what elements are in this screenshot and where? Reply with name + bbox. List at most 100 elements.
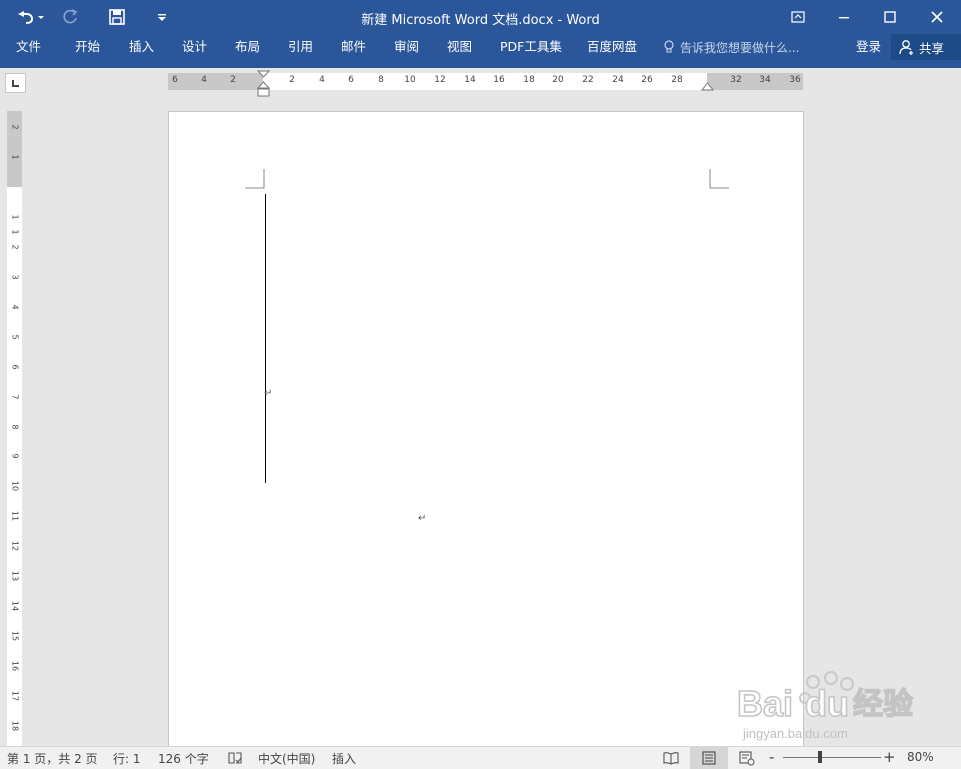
ruler-label: 11 [10, 510, 20, 522]
tab-pdf-tools[interactable]: PDF工具集 [500, 34, 562, 60]
tab-file[interactable]: 文件 [16, 34, 41, 60]
tell-me-search[interactable]: 告诉我您想要做什么... [663, 34, 799, 60]
tab-view[interactable]: 视图 [447, 34, 472, 60]
ruler-label: 8 [10, 424, 20, 430]
svg-text:Bai: Bai [737, 683, 793, 724]
zoom-in-button[interactable]: + [883, 748, 896, 766]
ruler-label: 6 [172, 75, 178, 85]
save-icon [109, 9, 125, 25]
close-button[interactable] [914, 0, 960, 34]
minimize-button[interactable] [821, 0, 867, 34]
ruler-label: 6 [10, 364, 20, 370]
ruler-label: 36 [789, 75, 801, 85]
ruler-label: 2 [10, 244, 20, 250]
undo-button[interactable] [12, 5, 46, 29]
ribbon-tabs: 文件 开始 插入 设计 布局 引用 邮件 审阅 视图 PDF工具集 百度网盘 告… [0, 34, 961, 68]
svg-text:经验: 经验 [853, 687, 913, 722]
ruler-label: 1 [10, 154, 20, 160]
status-bar: 第 1 页，共 2 页 行: 1 126 个字 中文(中国) 插入 - + 80… [0, 746, 961, 769]
ruler-label: 28 [671, 75, 683, 85]
read-mode-icon[interactable] [662, 750, 680, 766]
ruler-label: 3 [10, 274, 20, 280]
word-count[interactable]: 126 个字 [158, 750, 209, 767]
paragraph-mark: ↵ [264, 388, 273, 399]
share-button[interactable]: 共享 [891, 34, 961, 60]
ruler-label: 4 [319, 75, 325, 85]
undo-icon [18, 11, 44, 24]
ruler-label: 15 [10, 630, 20, 642]
tab-review[interactable]: 审阅 [394, 34, 419, 60]
zoom-out-button[interactable]: - [769, 748, 774, 766]
web-layout-icon[interactable] [738, 750, 756, 766]
ruler-label: 2 [10, 124, 20, 130]
minimize-icon [839, 17, 849, 19]
save-button[interactable] [106, 5, 128, 29]
svg-text:du: du [805, 683, 849, 724]
print-layout-icon[interactable] [700, 750, 718, 766]
ruler-label: 18 [10, 720, 20, 732]
vertical-ruler[interactable]: 2 1 1 1 2 3 4 5 6 7 8 9 10 11 12 13 14 1… [7, 111, 22, 746]
proofing-icon[interactable] [227, 750, 243, 766]
tab-design[interactable]: 设计 [182, 34, 207, 60]
ruler-label: 17 [10, 690, 20, 702]
ruler-label: 16 [493, 75, 505, 85]
ruler-label: 5 [10, 334, 20, 340]
line-number[interactable]: 行: 1 [113, 750, 141, 767]
baidu-jingyan-watermark: Bai du 经验 jingyan.baidu.com [736, 671, 914, 741]
redo-icon [63, 9, 78, 24]
title-bar: 新建 Microsoft Word 文档.docx - Word [0, 0, 961, 34]
share-person-icon [899, 40, 913, 55]
ruler-label: 18 [523, 75, 535, 85]
ruler-label: 22 [582, 75, 594, 85]
ruler-label: 20 [552, 75, 564, 85]
ruler-label: 14 [10, 600, 20, 612]
maximize-icon [884, 11, 896, 23]
zoom-level[interactable]: 80% [907, 750, 934, 764]
ruler-label: 32 [730, 75, 742, 85]
maximize-button[interactable] [867, 0, 913, 34]
page-count[interactable]: 第 1 页，共 2 页 [7, 750, 98, 767]
tab-insert[interactable]: 插入 [129, 34, 154, 60]
ruler-label: 10 [404, 75, 416, 85]
close-icon [931, 11, 943, 23]
ruler-label: 13 [10, 570, 20, 582]
tab-references[interactable]: 引用 [288, 34, 313, 60]
tab-mailings[interactable]: 邮件 [341, 34, 366, 60]
zoom-slider-thumb[interactable] [818, 751, 822, 763]
zoom-slider-track[interactable] [783, 757, 881, 758]
ruler-label: 2 [230, 75, 236, 85]
ruler-label: 26 [641, 75, 653, 85]
login-link[interactable]: 登录 [856, 34, 881, 60]
ruler-label: 7 [10, 394, 20, 400]
tab-layout[interactable]: 布局 [235, 34, 260, 60]
ruler-label: 8 [378, 75, 384, 85]
right-indent-marker[interactable] [701, 82, 714, 92]
tell-me-text: 告诉我您想要做什么... [680, 40, 800, 55]
insert-mode[interactable]: 插入 [332, 750, 356, 767]
tab-baidu-netdisk[interactable]: 百度网盘 [587, 34, 637, 60]
watermark-url: jingyan.baidu.com [742, 726, 848, 741]
ruler-label: 10 [10, 480, 20, 492]
lightbulb-icon [664, 40, 674, 53]
crop-mark-top-left [245, 169, 265, 189]
paragraph-mark: ↵ [418, 513, 427, 524]
share-label: 共享 [919, 40, 945, 56]
language-indicator[interactable]: 中文(中国) [258, 750, 315, 767]
tab-selector-button[interactable] [5, 73, 26, 93]
ruler-label: 9 [10, 453, 20, 459]
redo-button[interactable] [60, 5, 82, 29]
indent-markers[interactable] [257, 70, 270, 98]
ruler-label: 16 [10, 660, 20, 672]
left-tab-icon [12, 80, 19, 87]
ruler-label: 14 [464, 75, 476, 85]
tab-home[interactable]: 开始 [75, 34, 100, 60]
customize-qat-icon [158, 14, 166, 21]
document-page[interactable]: ↵ ↵ [168, 111, 804, 751]
customize-qat-button[interactable] [154, 5, 170, 29]
ruler-label: 4 [201, 75, 207, 85]
ruler-label: 12 [434, 75, 446, 85]
ruler-label: 4 [10, 304, 20, 310]
ruler-label: 1 [10, 214, 20, 220]
ribbon-display-options-button[interactable] [775, 0, 821, 34]
vertical-line-shape[interactable] [265, 194, 266, 483]
